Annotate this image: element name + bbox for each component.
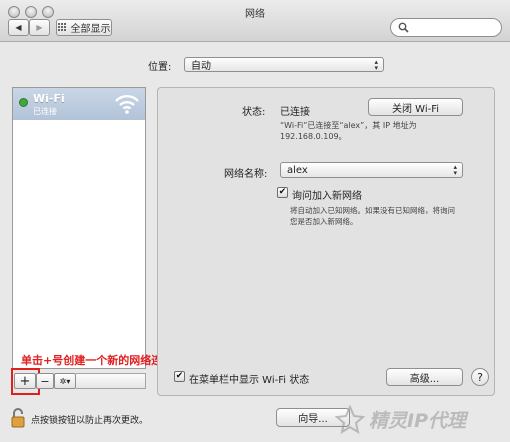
- show-all-button[interactable]: 全部显示: [56, 19, 112, 36]
- list-controls-bar: [76, 373, 146, 389]
- show-menu-label: 在菜单栏中显示 Wi-Fi 状态: [189, 375, 310, 386]
- watermark-logo-icon: [335, 404, 365, 434]
- show-menu-checkbox[interactable]: ✔: [174, 371, 185, 382]
- service-list[interactable]: Wi-Fi 已连接: [12, 87, 146, 369]
- show-all-label: 全部显示: [70, 24, 111, 35]
- help-button[interactable]: ?: [471, 368, 489, 386]
- remove-service-button[interactable]: −: [36, 373, 54, 389]
- network-name-value: alex: [287, 164, 308, 176]
- gear-menu-button[interactable]: ✲▾: [54, 373, 76, 389]
- location-value: 自动: [191, 61, 211, 72]
- grid-icon: [57, 23, 67, 32]
- popup-arrows-icon: ▴ ▾: [453, 163, 457, 177]
- location-popup[interactable]: 自动 ▴ ▾: [184, 57, 384, 72]
- lock-text: 点按锁按钮以防止再次更改。: [31, 416, 149, 426]
- network-name-label: 网络名称:: [224, 169, 268, 180]
- gear-icon: ✲▾: [59, 376, 71, 386]
- service-item-wifi[interactable]: Wi-Fi 已连接: [13, 88, 145, 120]
- status-dot-icon: [19, 98, 28, 107]
- watermark-text: 精灵IP代理: [369, 409, 466, 432]
- ask-join-checkbox[interactable]: ✔: [277, 187, 288, 198]
- network-name-popup[interactable]: alex ▴ ▾: [280, 162, 463, 178]
- add-service-button[interactable]: +: [14, 373, 36, 389]
- status-label: 状态:: [242, 107, 266, 118]
- watermark: 精灵IP代理: [335, 400, 505, 438]
- ask-join-description-line2: 您是否加入新网络。: [290, 217, 358, 226]
- ask-join-description-line1: 将自动加入已知网络。如果没有已知网络，将询问: [290, 206, 455, 215]
- turn-off-wifi-button[interactable]: 关闭 Wi-Fi: [368, 98, 463, 116]
- wifi-signal-icon: [115, 95, 139, 114]
- back-button[interactable]: ◀: [8, 19, 29, 36]
- status-value: 已连接: [280, 107, 310, 118]
- service-status: 已连接: [33, 107, 57, 116]
- checkmark-icon: ✔: [175, 371, 184, 381]
- ask-join-label: 询问加入新网络: [292, 191, 362, 202]
- checkmark-icon: ✔: [278, 187, 287, 197]
- unlocked-padlock-icon: [11, 408, 25, 428]
- status-description-line1: “Wi-Fi”已连接至“alex”，其 IP 地址为: [280, 121, 417, 130]
- status-description-line2: 192.168.0.109。: [280, 132, 347, 141]
- annotation-text: 单击+号创建一个新的网络连接: [21, 354, 174, 367]
- search-field[interactable]: [390, 18, 502, 37]
- forward-button[interactable]: ▶: [29, 19, 50, 36]
- popup-arrows-icon: ▴ ▾: [374, 58, 378, 72]
- lock-button[interactable]: [11, 408, 29, 428]
- advanced-button[interactable]: 高级...: [386, 368, 463, 386]
- window-titlebar: 网络 ◀ ▶ 全部显示: [0, 0, 510, 42]
- location-label: 位置:: [148, 62, 172, 73]
- search-icon: [398, 22, 409, 33]
- service-name: Wi-Fi: [33, 92, 65, 105]
